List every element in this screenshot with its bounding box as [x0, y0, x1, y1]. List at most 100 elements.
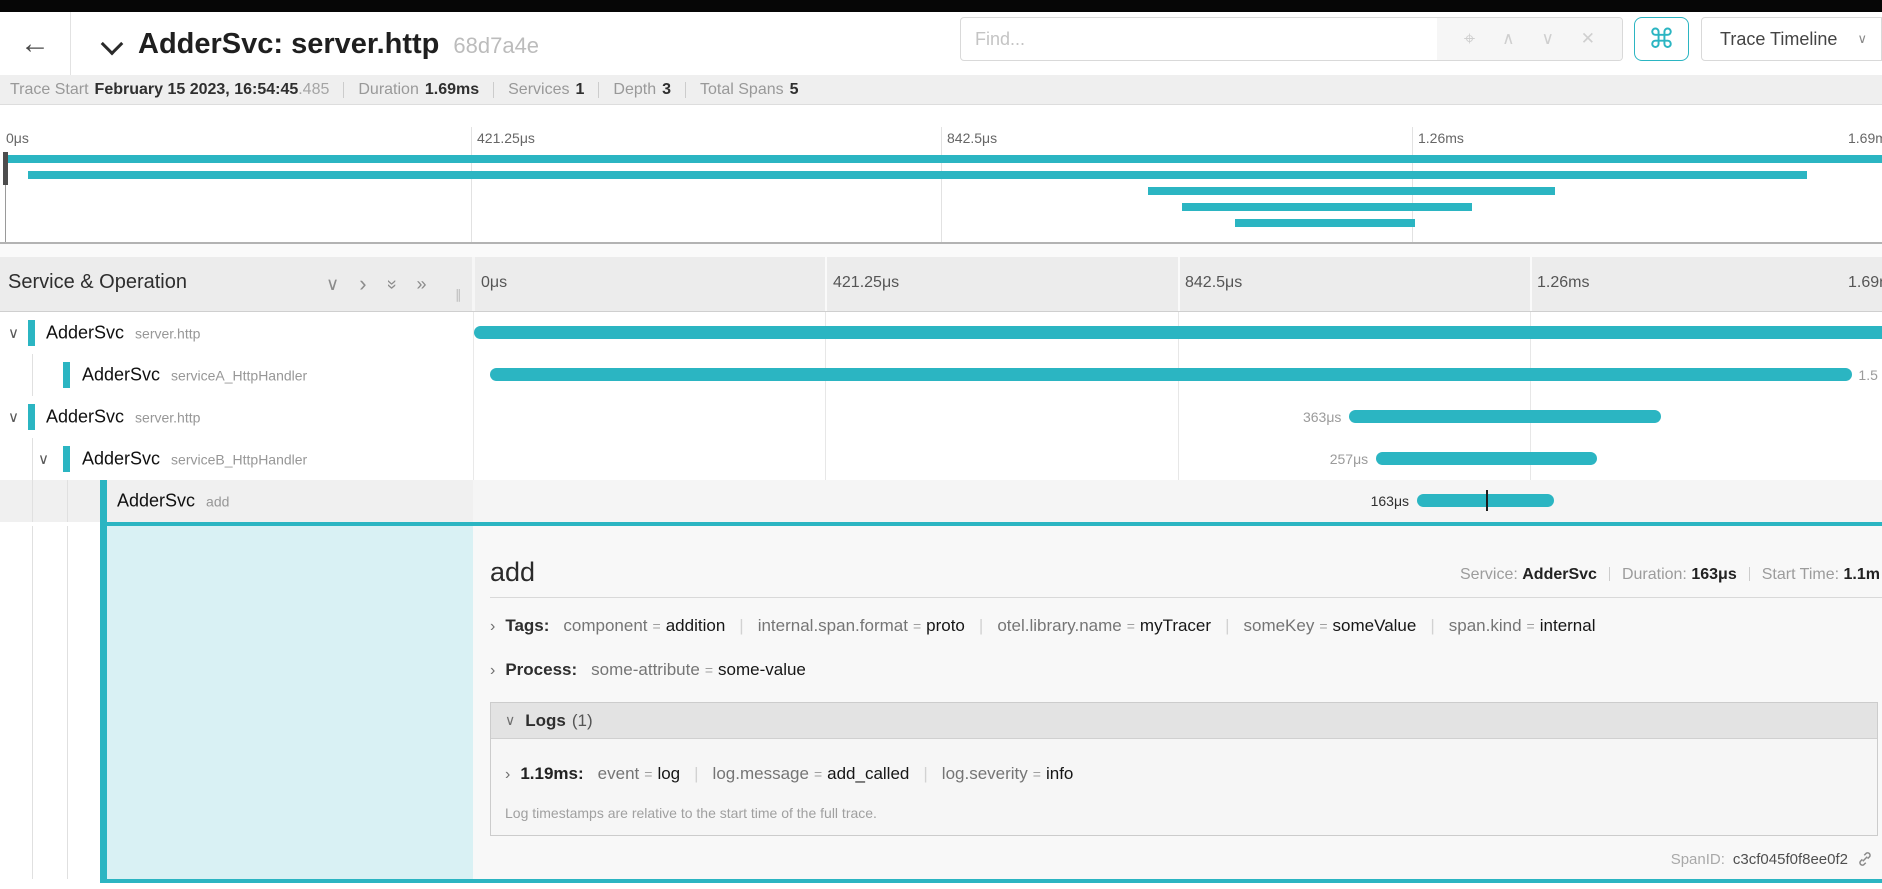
chevron-right-icon[interactable]: › [490, 662, 495, 680]
span-row-timeline-cell[interactable]: 257μs [473, 438, 1882, 480]
find-input[interactable] [961, 18, 1437, 60]
keyboard-shortcuts-button[interactable]: ⌘ [1634, 17, 1689, 61]
trace-info-label: Trace Start [10, 81, 89, 98]
span-row[interactable]: AdderSvcadd 163μs [0, 480, 1882, 522]
span-duration-label: 163μs [1371, 493, 1409, 509]
clear-search-icon[interactable]: ✕ [1581, 29, 1595, 49]
span-operation-name: serviceA_HttpHandler [171, 368, 307, 384]
header-gridline [825, 257, 827, 311]
equals-sign: = [1127, 618, 1135, 634]
span-row-name-cell[interactable]: AdderSvcserviceA_HttpHandler [0, 354, 473, 396]
field-value: add_called [827, 764, 909, 783]
span-duration-label: 363μs [1303, 409, 1341, 425]
log-fields: event=log|log.message=add_called|log.sev… [598, 764, 1074, 784]
equals-sign: = [1527, 618, 1535, 634]
timeline-tick-label: 421.25μs [833, 274, 899, 292]
column-resize-grip[interactable]: ∥ [455, 287, 462, 303]
span-row[interactable]: ∨ AdderSvcserver.http [0, 312, 1882, 354]
collapse-all-icon[interactable]: » [381, 279, 402, 289]
trace-info-item: Duration1.69ms [358, 81, 479, 99]
span-collapse-icon[interactable]: ∨ [38, 450, 49, 468]
span-row[interactable]: AdderSvcserviceA_HttpHandler 1.5 [0, 354, 1882, 396]
span-duration-bar [1376, 452, 1597, 465]
equals-sign: = [1033, 766, 1041, 782]
copy-link-icon[interactable] [1856, 850, 1874, 868]
minimap-tick-label: 0μs [6, 130, 29, 146]
log-timestamp: 1.19ms: [520, 764, 583, 784]
logs-header[interactable]: ∨ Logs (1) [491, 703, 1877, 739]
selected-span-tint-region [107, 526, 473, 879]
back-button[interactable]: ← [0, 12, 71, 75]
locate-icon[interactable]: ⌖ [1464, 28, 1475, 51]
span-row[interactable]: ∨ AdderSvcserver.http 363μs [0, 396, 1882, 438]
tag-field: component=addition [563, 616, 725, 636]
service-operation-header: Service & Operation [8, 271, 187, 294]
process-row[interactable]: › Process: some-attribute=some-value [490, 660, 1882, 680]
selected-span-bottom-border [100, 879, 1882, 883]
detail-divider [490, 597, 1882, 598]
find-controls: ⌖ ∧ ∨ ✕ [1437, 18, 1622, 60]
page-title: AdderSvc: server.http68d7a4e [138, 28, 539, 61]
span-row-name-cell[interactable]: ∨ AdderSvcserver.http [0, 396, 473, 438]
log-entry-row[interactable]: › 1.19ms: event=log|log.message=add_call… [505, 764, 1877, 784]
log-note: Log timestamps are relative to the start… [505, 805, 877, 821]
span-name-group: AdderSvcserver.http [46, 407, 200, 428]
span-collapse-icon[interactable]: ∨ [8, 408, 19, 426]
equals-sign: = [644, 766, 652, 782]
chevron-right-icon[interactable]: › [505, 766, 510, 784]
span-row[interactable]: ∨ AdderSvcserviceB_HttpHandler 257μs [0, 438, 1882, 480]
header-gridline [1530, 257, 1532, 311]
collapse-one-icon[interactable]: ∨ [326, 274, 339, 295]
tree-guide-line [67, 526, 68, 879]
span-row-timeline-cell[interactable]: 1.5 [473, 354, 1882, 396]
trace-id-short: 68d7a4e [453, 33, 539, 58]
timeline-tick-label: 1.69ms [1848, 274, 1882, 292]
trace-info-value: 1 [575, 81, 584, 98]
tree-controls: ∨ › » » [326, 257, 427, 311]
field-key: component [563, 616, 647, 635]
span-name-group: AdderSvcadd [117, 491, 229, 512]
log-field: event=log [598, 764, 680, 784]
tags-row[interactable]: › Tags: component=addition|internal.span… [490, 616, 1882, 636]
span-service-name: AdderSvc [117, 491, 195, 512]
minimap-span-bar [1148, 187, 1555, 195]
span-name-group: AdderSvcserviceB_HttpHandler [82, 449, 307, 470]
span-duration-bar [1349, 410, 1660, 423]
duration-label: Duration: [1622, 566, 1687, 583]
process-field: some-attribute=some-value [591, 660, 806, 680]
process-section-label: Process: [505, 660, 577, 680]
expand-all-icon[interactable]: » [417, 274, 427, 295]
span-color-bar [63, 446, 70, 472]
timeline-column-header: Service & Operation ∨ › » » ∥ 0μs421.25μ… [0, 257, 1882, 312]
trace-minimap[interactable]: 0μs421.25μs842.5μs1.26ms1.69ms [0, 105, 1882, 244]
span-row-name-cell[interactable]: ∨ AdderSvcserviceB_HttpHandler [0, 438, 473, 480]
view-selector-label: Trace Timeline [1720, 29, 1837, 50]
span-row-timeline-cell[interactable] [473, 312, 1882, 354]
span-name-group: AdderSvcserver.http [46, 323, 200, 344]
prev-match-icon[interactable]: ∧ [1502, 29, 1514, 49]
jaeger-trace-page: ← AdderSvc: server.http68d7a4e ⌖ ∧ ∨ ✕ ⌘… [0, 0, 1882, 889]
span-id-row: SpanID: c3cf045f0f8ee0f2 [1671, 850, 1874, 868]
span-row-timeline-cell[interactable]: 363μs [473, 396, 1882, 438]
span-log-marker [1486, 490, 1488, 511]
trace-info-value: 1.69ms [425, 81, 479, 98]
trace-info-item: Services1 [508, 81, 584, 99]
service-label: Service: [1460, 566, 1518, 583]
expand-one-icon[interactable]: › [359, 271, 366, 297]
logs-title: Logs [525, 711, 566, 731]
view-selector-dropdown[interactable]: Trace Timeline ∨ [1701, 17, 1882, 61]
minimap-span-bar [8, 155, 1882, 163]
next-match-icon[interactable]: ∨ [1541, 29, 1553, 49]
chevron-right-icon[interactable]: › [490, 618, 495, 636]
span-row-name-cell[interactable]: ∨ AdderSvcserver.http [0, 312, 473, 354]
span-duration-label: 1.5 [1858, 367, 1877, 383]
field-value: proto [926, 616, 965, 635]
trace-collapse-chevron-icon[interactable] [101, 33, 124, 56]
field-key: log.severity [942, 764, 1028, 783]
span-row-name-cell[interactable]: AdderSvcadd [0, 480, 473, 522]
tag-field: internal.span.format=proto [758, 616, 965, 636]
span-row-timeline-cell[interactable]: 163μs [473, 480, 1882, 522]
field-separator: | [1225, 616, 1229, 636]
span-collapse-icon[interactable]: ∨ [8, 324, 19, 342]
start-time-value: 1.1m [1844, 566, 1880, 583]
